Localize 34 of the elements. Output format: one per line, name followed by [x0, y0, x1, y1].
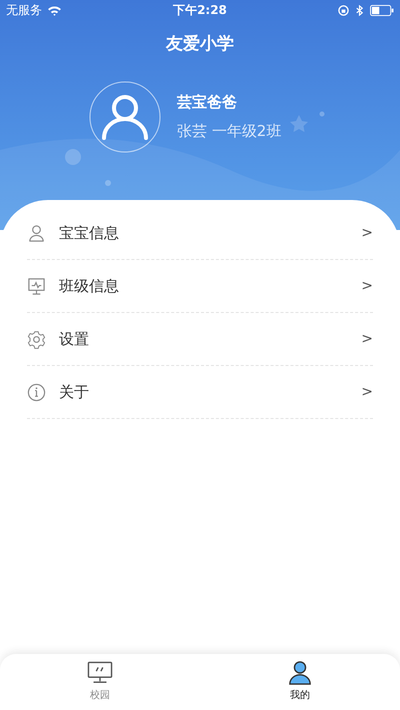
clock-text: 下午2:28	[173, 2, 227, 18]
menu-item[interactable]: 班级信息 >	[27, 260, 373, 313]
carrier-text: 无服务	[6, 2, 42, 18]
person-icon	[27, 224, 46, 242]
menu-label: 宝宝信息	[59, 224, 120, 242]
settings-icon	[27, 330, 46, 348]
monitor-icon	[87, 661, 113, 685]
chevron-text: >	[361, 225, 373, 241]
bluetooth-icon	[354, 4, 365, 16]
tab-item[interactable]: 校园	[87, 654, 113, 710]
rotation-lock-icon	[338, 4, 349, 16]
presentation-board-icon	[27, 276, 46, 296]
chevron-text: >	[361, 278, 373, 294]
user-name: 芸宝爸爸	[177, 93, 238, 112]
user-class: 张芸 一年级2班	[177, 122, 282, 141]
menu-label: 设置	[59, 330, 90, 348]
page-title: 友爱小学	[164, 33, 235, 55]
menu-label: 关于	[59, 382, 90, 402]
bubble-decoration	[105, 180, 111, 186]
menu-item[interactable]: 宝宝信息 >	[27, 207, 373, 260]
menu-item[interactable]: 关于 >	[27, 366, 373, 419]
wifi-icon	[47, 4, 62, 16]
menu-label: 班级信息	[59, 276, 120, 296]
star-decoration	[290, 115, 308, 132]
battery-icon	[370, 4, 394, 16]
avatar-icon	[89, 81, 161, 153]
info-icon	[27, 382, 46, 402]
bubble-decoration	[320, 112, 324, 116]
menu-item[interactable]: 设置 >	[27, 313, 373, 366]
bubble-decoration	[65, 149, 81, 165]
tab-item[interactable]: 我的	[287, 654, 313, 710]
user-icon	[287, 661, 313, 685]
chevron-text: >	[361, 384, 373, 400]
chevron-text: >	[361, 331, 373, 347]
